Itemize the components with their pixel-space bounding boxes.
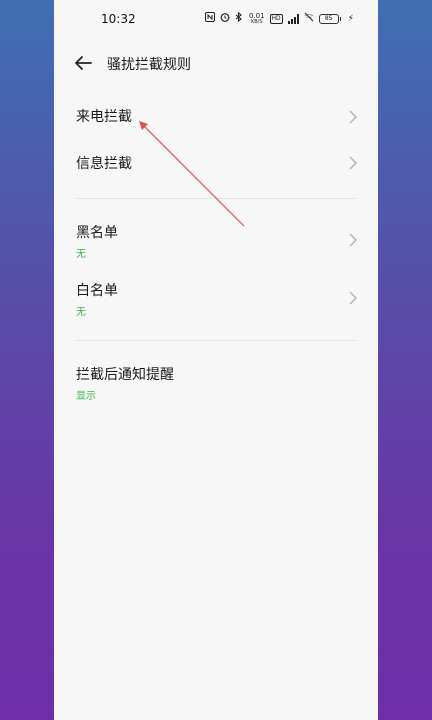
whitelist-label: 白名单 — [76, 283, 118, 299]
hd-icon: HD — [269, 14, 283, 24]
charging-icon: ⚡ — [347, 14, 354, 24]
status-time: 10:32 — [101, 12, 136, 26]
arrow-left-icon[interactable] — [72, 52, 94, 74]
call-block-label: 来电拦截 — [76, 109, 132, 125]
blacklist-label: 黑名单 — [76, 225, 118, 241]
bluetooth-icon — [235, 11, 244, 26]
notify-value: 显示 — [76, 391, 96, 402]
chevron-right-icon — [349, 291, 358, 305]
net-speed-unit: KB/S — [250, 19, 263, 25]
notify-row[interactable]: 拦截后通知提醒 显示 — [54, 356, 378, 408]
whitelist-value: 无 — [76, 307, 86, 318]
header: 骚扰拦截规则 — [54, 44, 378, 84]
page-title: 骚扰拦截规则 — [107, 57, 191, 73]
net-speed: 0.01 KB/S — [249, 13, 265, 26]
battery-icon: 85 — [318, 14, 341, 24]
status-icons: 0.01 KB/S HD 85 ⚡ — [204, 11, 354, 26]
battery-level: 85 — [324, 15, 333, 22]
alarm-icon — [220, 12, 230, 26]
chevron-right-icon — [349, 156, 358, 170]
whitelist-row[interactable]: 白名单 无 — [54, 272, 378, 324]
blacklist-row[interactable]: 黑名单 无 — [54, 214, 378, 266]
chevron-right-icon — [349, 110, 358, 124]
blacklist-value: 无 — [76, 249, 86, 260]
status-bar: 10:32 0.01 KB/S HD 85 ⚡ — [54, 0, 378, 40]
divider — [76, 340, 356, 341]
nfc-icon — [204, 12, 215, 26]
phone-screen: 10:32 0.01 KB/S HD 85 ⚡ 骚扰拦截规则 来电拦截 信息拦截… — [54, 0, 378, 720]
sms-block-row[interactable]: 信息拦截 — [54, 143, 378, 189]
call-block-row[interactable]: 来电拦截 — [54, 96, 378, 142]
wifi-off-icon — [304, 12, 314, 26]
notify-label: 拦截后通知提醒 — [76, 367, 174, 383]
chevron-right-icon — [349, 233, 358, 247]
divider — [76, 198, 356, 199]
signal-icon — [287, 14, 299, 24]
sms-block-label: 信息拦截 — [76, 156, 132, 172]
